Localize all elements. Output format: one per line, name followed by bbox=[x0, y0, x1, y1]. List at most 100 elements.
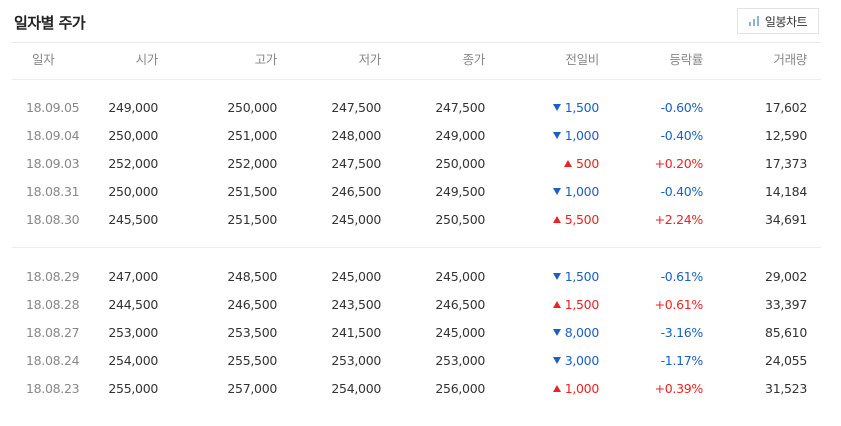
change-value: 1,500 bbox=[564, 100, 600, 115]
down-triangle-icon bbox=[552, 329, 561, 336]
cell-rate: -0.61% bbox=[660, 269, 704, 284]
up-triangle-icon bbox=[564, 160, 573, 167]
table-row: 18.08.23 255,000 257,000 254,000 256,000 1,00… bbox=[12, 379, 821, 399]
table-row: 18.08.29 247,000 248,500 245,000 245,000 1,50… bbox=[12, 267, 821, 287]
down-triangle-icon bbox=[552, 132, 561, 139]
cell-rate: -0.40% bbox=[660, 128, 704, 143]
cell-volume: 24,055 bbox=[765, 353, 807, 368]
change-value: 8,000 bbox=[564, 325, 600, 340]
cell-date: 18.08.28 bbox=[26, 297, 80, 312]
change-value: 3,000 bbox=[564, 353, 600, 368]
table-row: 18.08.28 244,500 246,500 243,500 246,500 1,50… bbox=[12, 295, 821, 315]
daily-price-panel: 일자별 주가 일봉차트 일자 시가 고가 저가 종가 전일비 등락률 거래량 1… bbox=[0, 0, 841, 426]
cell-date: 18.08.31 bbox=[26, 184, 80, 199]
cell-low: 241,500 bbox=[331, 325, 381, 340]
cell-volume: 31,523 bbox=[765, 381, 807, 396]
cell-open: 252,000 bbox=[108, 156, 158, 171]
cell-low: 247,500 bbox=[331, 156, 381, 171]
col-header-date: 일자 bbox=[32, 52, 55, 67]
cell-change: 8,000 bbox=[552, 323, 600, 343]
cell-rate: +2.24% bbox=[654, 212, 704, 227]
col-header-rate: 등락률 bbox=[669, 52, 703, 67]
cell-open: 253,000 bbox=[108, 325, 158, 340]
cell-low: 246,500 bbox=[331, 184, 381, 199]
cell-open: 250,000 bbox=[108, 128, 158, 143]
cell-low: 248,000 bbox=[331, 128, 381, 143]
cell-low: 243,500 bbox=[331, 297, 381, 312]
table-row: 18.08.30 245,500 251,500 245,000 250,500 5,50… bbox=[12, 210, 821, 230]
down-triangle-icon bbox=[552, 188, 561, 195]
cell-high: 250,000 bbox=[227, 100, 277, 115]
cell-high: 248,500 bbox=[227, 269, 277, 284]
change-value: 1,000 bbox=[564, 381, 600, 396]
cell-open: 254,000 bbox=[108, 353, 158, 368]
col-header-close: 종가 bbox=[462, 52, 486, 67]
cell-rate: -0.60% bbox=[660, 100, 704, 115]
cell-date: 18.08.23 bbox=[26, 381, 80, 396]
cell-volume: 34,691 bbox=[765, 212, 807, 227]
table-row: 18.09.05 249,000 250,000 247,500 247,500 1,50… bbox=[12, 98, 821, 118]
cell-rate: -1.17% bbox=[660, 353, 704, 368]
table-row: 18.08.24 254,000 255,500 253,000 253,000 3,00… bbox=[12, 351, 821, 371]
cell-high: 257,000 bbox=[227, 381, 277, 396]
up-triangle-icon bbox=[552, 385, 561, 392]
cell-change: 1,000 bbox=[552, 126, 599, 146]
cell-close: 253,000 bbox=[435, 353, 485, 368]
cell-change: 5,500 bbox=[552, 210, 600, 230]
cell-date: 18.08.29 bbox=[26, 269, 80, 284]
col-header-volume: 거래량 bbox=[773, 52, 807, 67]
cell-rate: -0.40% bbox=[660, 184, 704, 199]
cell-date: 18.09.04 bbox=[26, 128, 80, 143]
cell-date: 18.08.24 bbox=[26, 353, 80, 368]
cell-volume: 85,610 bbox=[765, 325, 807, 340]
cell-change: 500 bbox=[564, 154, 599, 174]
table-row: 18.09.03 252,000 252,000 247,500 250,000 500 +… bbox=[12, 154, 821, 174]
cell-rate: -3.16% bbox=[660, 325, 704, 340]
up-triangle-icon bbox=[552, 301, 561, 308]
cell-open: 250,000 bbox=[108, 184, 158, 199]
cell-high: 246,500 bbox=[227, 297, 277, 312]
table-header: 일자 시가 고가 저가 종가 전일비 등락률 거래량 bbox=[12, 50, 821, 70]
cell-volume: 12,590 bbox=[765, 128, 807, 143]
down-triangle-icon bbox=[552, 357, 561, 364]
daily-chart-button[interactable]: 일봉차트 bbox=[737, 8, 819, 34]
cell-low: 245,000 bbox=[331, 269, 381, 284]
change-value: 5,500 bbox=[564, 212, 600, 227]
cell-open: 255,000 bbox=[108, 381, 158, 396]
cell-high: 253,500 bbox=[227, 325, 277, 340]
change-value: 500 bbox=[576, 156, 599, 171]
cell-rate: +0.39% bbox=[654, 381, 704, 396]
cell-change: 1,500 bbox=[552, 295, 599, 315]
down-triangle-icon bbox=[552, 273, 561, 280]
cell-open: 245,500 bbox=[108, 212, 158, 227]
bar-chart-icon bbox=[748, 16, 759, 26]
cell-date: 18.08.30 bbox=[26, 212, 80, 227]
cell-high: 251,500 bbox=[227, 212, 277, 227]
cell-close: 245,000 bbox=[435, 325, 485, 340]
cell-close: 249,500 bbox=[435, 184, 485, 199]
col-header-change: 전일비 bbox=[565, 52, 599, 67]
cell-change: 1,000 bbox=[552, 379, 600, 399]
cell-close: 246,500 bbox=[435, 297, 485, 312]
change-value: 1,500 bbox=[564, 269, 600, 284]
cell-volume: 29,002 bbox=[765, 269, 807, 284]
table-row: 18.08.27 253,000 253,500 241,500 245,000 8,00… bbox=[12, 323, 821, 343]
cell-date: 18.09.05 bbox=[26, 100, 80, 115]
cell-date: 18.08.27 bbox=[26, 325, 80, 340]
cell-low: 247,500 bbox=[331, 100, 381, 115]
cell-volume: 33,397 bbox=[765, 297, 807, 312]
up-triangle-icon bbox=[552, 216, 561, 223]
cell-close: 245,000 bbox=[435, 269, 485, 284]
cell-change: 1,000 bbox=[552, 182, 599, 202]
cell-close: 250,000 bbox=[435, 156, 485, 171]
cell-high: 252,000 bbox=[227, 156, 277, 171]
header-bottom-divider bbox=[12, 79, 821, 80]
cell-close: 247,500 bbox=[435, 100, 485, 115]
cell-high: 251,000 bbox=[227, 128, 277, 143]
cell-change: 3,000 bbox=[552, 351, 600, 371]
cell-change: 1,500 bbox=[552, 267, 600, 287]
cell-close: 256,000 bbox=[435, 381, 485, 396]
cell-change: 1,500 bbox=[552, 98, 600, 118]
group-divider bbox=[12, 247, 821, 248]
cell-low: 254,000 bbox=[331, 381, 381, 396]
